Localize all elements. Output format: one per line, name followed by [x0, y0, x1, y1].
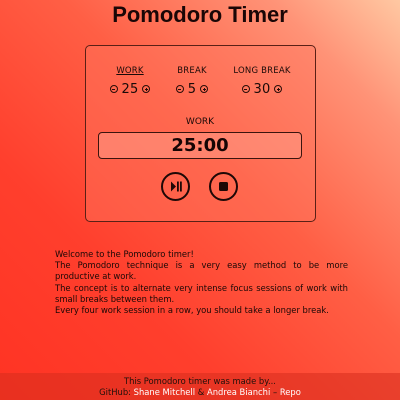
setting-work: WORK 25 — [102, 66, 158, 97]
author-link-andrea[interactable]: Andrea Bianchi — [207, 387, 270, 397]
setting-break: BREAK 5 — [164, 66, 220, 97]
setting-long-break: LONG BREAK 30 — [226, 66, 298, 97]
break-decrement-icon[interactable] — [175, 85, 184, 93]
play-pause-icon — [171, 181, 182, 192]
footer-credit: This Pomodoro timer was made by... — [124, 376, 276, 386]
break-increment-icon[interactable] — [200, 85, 209, 93]
setting-break-label[interactable]: BREAK — [164, 66, 220, 78]
description-line-1: Welcome to the Pomodoro timer! — [55, 249, 194, 259]
description: Welcome to the Pomodoro timer! The Pomod… — [55, 249, 348, 316]
stop-button[interactable] — [209, 172, 238, 201]
long-break-decrement-icon[interactable] — [241, 85, 250, 93]
timer-mode-label: WORK — [185, 117, 215, 127]
play-pause-button[interactable] — [161, 172, 190, 201]
author-link-shane[interactable]: Shane Mitchell — [134, 387, 195, 397]
setting-work-label[interactable]: WORK — [102, 66, 158, 78]
footer: This Pomodoro timer was made by... GitHu… — [0, 373, 400, 400]
description-line-3: The concept is to alternate very intense… — [55, 282, 348, 304]
footer-ampersand: & — [197, 387, 205, 397]
setting-long-break-label[interactable]: LONG BREAK — [226, 66, 298, 78]
stop-icon — [219, 182, 228, 191]
github-label: GitHub: — [99, 387, 131, 397]
work-increment-icon[interactable] — [142, 85, 151, 93]
description-line-2: The Pomodoro technique is a very easy me… — [55, 260, 348, 282]
long-break-value: 30 — [253, 81, 271, 97]
repo-link[interactable]: Repo — [280, 387, 301, 397]
break-stepper: 5 — [164, 81, 220, 97]
long-break-increment-icon[interactable] — [274, 85, 283, 93]
timer-display: 25:00 — [98, 132, 302, 159]
page-title: Pomodoro Timer — [112, 2, 288, 27]
break-value: 5 — [187, 81, 197, 97]
description-line-4: Every four work session in a row, you sh… — [55, 305, 329, 316]
footer-links: GitHub: Shane Mitchell & Andrea Bianchi … — [0, 387, 400, 398]
footer-dash: – — [272, 387, 278, 397]
work-decrement-icon[interactable] — [109, 85, 118, 93]
work-stepper: 25 — [102, 81, 158, 97]
long-break-stepper: 30 — [226, 81, 298, 97]
work-value: 25 — [121, 81, 139, 97]
